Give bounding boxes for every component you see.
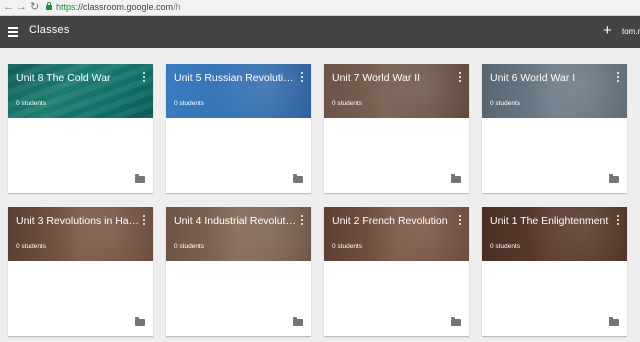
class-banner[interactable]: Unit 1 The Enlightenment 0 students xyxy=(482,207,627,261)
class-banner[interactable]: Unit 2 French Revolution 0 students xyxy=(324,207,469,261)
class-banner[interactable]: Unit 6 World War I 0 students xyxy=(482,64,627,118)
more-options-icon[interactable] xyxy=(617,215,620,227)
more-options-icon[interactable] xyxy=(301,215,304,227)
folder-icon[interactable] xyxy=(451,317,461,326)
more-options-icon[interactable] xyxy=(459,215,462,227)
class-card[interactable]: Unit 8 The Cold War 0 students xyxy=(8,64,153,193)
plus-icon[interactable]: + xyxy=(603,22,612,40)
reload-icon[interactable]: ↻ xyxy=(30,1,39,13)
student-count: 0 students xyxy=(16,243,46,250)
class-title[interactable]: Unit 5 Russian Revolution... xyxy=(174,72,298,84)
user-account[interactable]: tom.m xyxy=(622,27,640,36)
class-card[interactable]: Unit 2 French Revolution 0 students xyxy=(324,207,469,336)
class-title[interactable]: Unit 2 French Revolution xyxy=(332,215,456,227)
class-banner[interactable]: Unit 3 Revolutions in Hait... 0 students xyxy=(8,207,153,261)
student-count: 0 students xyxy=(16,100,46,107)
student-count: 0 students xyxy=(490,243,520,250)
class-title[interactable]: Unit 8 The Cold War xyxy=(16,72,140,84)
class-card[interactable]: Unit 4 Industrial Revolution 0 students xyxy=(166,207,311,336)
class-card[interactable]: Unit 1 The Enlightenment 0 students xyxy=(482,207,627,336)
folder-icon[interactable] xyxy=(135,317,145,326)
more-options-icon[interactable] xyxy=(143,72,146,84)
forward-icon[interactable]: → xyxy=(16,1,27,13)
class-banner[interactable]: Unit 8 The Cold War 0 students xyxy=(8,64,153,118)
class-title[interactable]: Unit 4 Industrial Revolution xyxy=(174,215,298,227)
folder-icon[interactable] xyxy=(135,174,145,183)
more-options-icon[interactable] xyxy=(301,72,304,84)
class-banner[interactable]: Unit 4 Industrial Revolution 0 students xyxy=(166,207,311,261)
student-count: 0 students xyxy=(174,243,204,250)
lock-icon xyxy=(46,2,52,10)
hamburger-menu-icon[interactable] xyxy=(8,27,18,37)
more-options-icon[interactable] xyxy=(459,72,462,84)
more-options-icon[interactable] xyxy=(143,215,146,227)
class-banner[interactable]: Unit 7 World War II 0 students xyxy=(324,64,469,118)
student-count: 0 students xyxy=(490,100,520,107)
class-card[interactable]: Unit 3 Revolutions in Hait... 0 students xyxy=(8,207,153,336)
folder-icon[interactable] xyxy=(293,174,303,183)
folder-icon[interactable] xyxy=(451,174,461,183)
class-title[interactable]: Unit 6 World War I xyxy=(490,72,614,84)
class-card[interactable]: Unit 6 World War I 0 students xyxy=(482,64,627,193)
student-count: 0 students xyxy=(332,100,362,107)
class-title[interactable]: Unit 1 The Enlightenment xyxy=(490,215,614,227)
browser-toolbar: ← → ↻ https://classroom.google.com/h xyxy=(0,0,640,16)
app-header: Classes + tom.m xyxy=(0,16,640,48)
more-options-icon[interactable] xyxy=(617,72,620,84)
folder-icon[interactable] xyxy=(293,317,303,326)
class-card[interactable]: Unit 5 Russian Revolution... 0 students xyxy=(166,64,311,193)
class-title[interactable]: Unit 3 Revolutions in Hait... xyxy=(16,215,140,227)
student-count: 0 students xyxy=(332,243,362,250)
class-card[interactable]: Unit 7 World War II 0 students xyxy=(324,64,469,193)
folder-icon[interactable] xyxy=(609,174,619,183)
class-title[interactable]: Unit 7 World War II xyxy=(332,72,456,84)
student-count: 0 students xyxy=(174,100,204,107)
page-title: Classes xyxy=(29,24,70,36)
folder-icon[interactable] xyxy=(609,317,619,326)
back-icon[interactable]: ← xyxy=(3,1,14,13)
class-banner[interactable]: Unit 5 Russian Revolution... 0 students xyxy=(166,64,311,118)
address-bar[interactable]: https://classroom.google.com/h xyxy=(46,1,181,13)
